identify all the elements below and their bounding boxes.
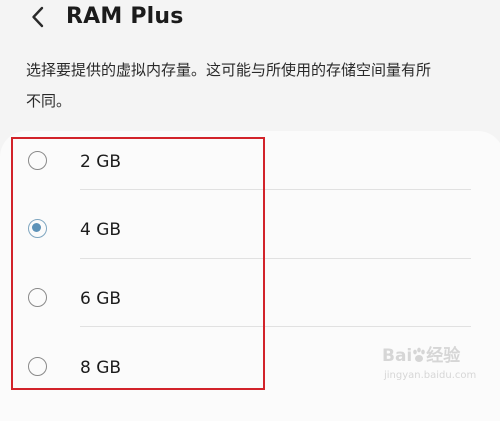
radio-button[interactable] <box>28 288 47 307</box>
option-label: 4 GB <box>80 220 122 240</box>
back-button[interactable] <box>24 2 54 32</box>
chevron-left-icon <box>32 6 44 28</box>
option-label: 6 GB <box>80 289 122 309</box>
option-label: 2 GB <box>80 152 122 172</box>
option-2gb[interactable]: 2 GB <box>0 127 500 195</box>
radio-button[interactable] <box>28 151 47 170</box>
option-label: 8 GB <box>80 358 122 378</box>
baidu-watermark: Bai 经验 jingyan.baidu.com <box>382 345 500 397</box>
radio-button[interactable] <box>28 357 47 376</box>
watermark-brand: Bai 经验 <box>382 345 460 367</box>
watermark-brand-right: 经验 <box>426 346 461 366</box>
divider <box>80 326 471 327</box>
page-title: RAM Plus <box>66 4 184 29</box>
description-text: 选择要提供的虚拟内存量。这可能与所使用的存储空间量有所 不同。 <box>26 55 466 117</box>
option-6gb[interactable]: 6 GB <box>0 264 500 332</box>
radio-button-selected[interactable] <box>28 219 47 238</box>
watermark-domain: jingyan.baidu.com <box>384 370 477 381</box>
watermark-brand-left: Bai <box>382 346 413 366</box>
option-4gb[interactable]: 4 GB <box>0 195 500 263</box>
description-line-1: 选择要提供的虚拟内存量。这可能与所使用的存储空间量有所 <box>26 61 432 79</box>
divider <box>80 189 471 190</box>
divider <box>80 258 471 259</box>
app-header: RAM Plus <box>0 0 500 40</box>
paw-icon <box>413 347 426 362</box>
description-line-2: 不同。 <box>26 92 72 110</box>
